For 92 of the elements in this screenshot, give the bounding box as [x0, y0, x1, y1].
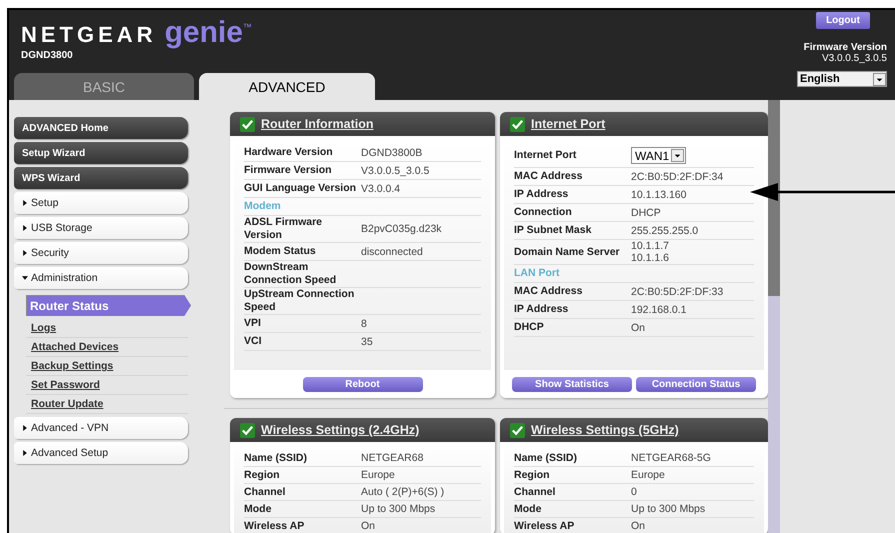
- field-label: Firmware Version: [244, 164, 333, 177]
- field-value: NETGEAR68: [361, 452, 424, 464]
- field-label: MAC Address: [514, 170, 584, 183]
- sidebar-link[interactable]: Logs: [26, 319, 188, 338]
- action-button[interactable]: Connection Status: [636, 376, 756, 392]
- section-heading: Modem: [244, 198, 481, 216]
- field-label: Domain Name Server: [514, 246, 621, 258]
- field-value: 2C:B0:5D:2F:DF:34: [631, 170, 724, 182]
- field-value: DHCP: [631, 206, 661, 218]
- field-label: DownStream Connection Speed: [244, 261, 338, 287]
- dropdown-icon: [873, 72, 886, 86]
- sidebar-link[interactable]: Attached Devices: [26, 338, 188, 357]
- triangle-icon: [22, 200, 28, 206]
- field-value: DGND3800B: [361, 146, 422, 158]
- sidebar-link[interactable]: Backup Settings: [26, 357, 188, 376]
- language-select[interactable]: English: [797, 71, 887, 87]
- field-value: On: [631, 520, 646, 532]
- field-label: Channel: [244, 486, 286, 498]
- field-value: Europe: [361, 469, 395, 481]
- sidebar-link[interactable]: Set Password: [26, 376, 188, 395]
- sidebar-link[interactable]: Router Update: [26, 395, 188, 414]
- field-label: Region: [244, 468, 281, 482]
- scrollbar-thumb[interactable]: [768, 100, 780, 296]
- field-value: 35: [361, 336, 373, 348]
- tab[interactable]: ADVANCED: [199, 73, 375, 100]
- field-label: ADSL Firmware Version: [244, 216, 323, 242]
- action-button[interactable]: Show Statistics: [512, 376, 632, 392]
- field-label: VPI: [244, 317, 262, 330]
- logout-button[interactable]: Logout: [816, 12, 870, 29]
- field-label: Wireless AP: [514, 520, 576, 532]
- triangle-icon: [22, 450, 28, 456]
- panel-title[interactable]: Internet Port: [531, 117, 606, 131]
- field-value: 2C:B0:5D:2F:DF:33: [631, 286, 724, 298]
- field-label: IP Address: [514, 303, 570, 316]
- scrollbar[interactable]: [768, 100, 780, 533]
- field-label: Channel: [514, 486, 556, 498]
- field-label: VCI: [244, 335, 263, 348]
- port-select[interactable]: WAN1: [631, 147, 686, 164]
- logo: NETGEAR genie™: [21, 16, 252, 50]
- dropdown-icon: [671, 149, 684, 162]
- sidebar-section[interactable]: USB Storage: [14, 217, 188, 239]
- triangle-icon: [22, 225, 28, 231]
- field-label: Name (SSID): [514, 452, 578, 464]
- sidebar-button[interactable]: Setup Wizard: [14, 142, 188, 164]
- field-value: 8: [361, 318, 367, 330]
- field-label: Region: [514, 468, 551, 482]
- field-value: V3.0.0.5_3.0.5: [361, 164, 430, 176]
- field-value: NETGEAR68-5G: [631, 452, 711, 464]
- field-label: Internet Port: [514, 149, 578, 162]
- field-value: 0: [631, 486, 637, 498]
- field-value: 255.255.255.0: [631, 224, 698, 236]
- sidebar-link[interactable]: Router Status: [26, 295, 191, 316]
- field-label: UpStream Connection Speed: [244, 288, 356, 314]
- triangle-icon: [22, 250, 28, 256]
- field-label: Connection: [514, 206, 573, 219]
- firmware-label: Firmware Version: [804, 42, 887, 53]
- sidebar-section[interactable]: Setup: [14, 192, 188, 214]
- field-value: 192.168.0.1: [631, 304, 686, 316]
- field-value: Auto ( 2(P)+6(S) ): [361, 486, 444, 498]
- sidebar-section[interactable]: Advanced Setup: [14, 442, 188, 464]
- field-value: Up to 300 Mbps: [361, 503, 436, 515]
- field-value: V3.0.0.4: [361, 182, 400, 194]
- field-label: Mode: [514, 502, 542, 516]
- triangle-icon: [22, 275, 28, 281]
- field-label: Wireless AP: [244, 520, 306, 532]
- field-label: Modem Status: [244, 245, 317, 258]
- firmware-version: V3.0.0.5_3.0.5: [822, 53, 887, 64]
- field-label: Mode: [244, 502, 272, 516]
- field-value: On: [631, 322, 646, 334]
- field-label: IP Address: [514, 188, 570, 201]
- sidebar-section[interactable]: Administration: [14, 267, 188, 289]
- field-label: IP Subnet Mask: [514, 224, 592, 237]
- field-label: DHCP: [514, 321, 545, 334]
- sidebar-section[interactable]: Security: [14, 242, 188, 264]
- field-value: On: [361, 520, 376, 532]
- field-value: 10.1.1.7 10.1.1.6: [631, 240, 669, 264]
- sidebar-button[interactable]: ADVANCED Home: [14, 117, 188, 139]
- sidebar-section[interactable]: Advanced - VPN: [14, 417, 188, 439]
- field-label: Name (SSID): [244, 452, 308, 464]
- field-label: Hardware Version: [244, 146, 334, 159]
- section-heading: LAN Port: [514, 265, 754, 283]
- model-name: DGND3800: [21, 50, 73, 61]
- field-label: GUI Language Version: [244, 182, 358, 195]
- field-value: Europe: [631, 469, 665, 481]
- triangle-icon: [22, 425, 28, 431]
- field-value: Up to 300 Mbps: [631, 503, 706, 515]
- field-value: disconnected: [361, 246, 423, 258]
- sidebar-button[interactable]: WPS Wizard: [14, 167, 188, 189]
- field-value: 10.1.13.160: [631, 188, 686, 200]
- action-button[interactable]: Reboot: [302, 376, 422, 392]
- field-label: MAC Address: [514, 285, 584, 298]
- field-value: B2pvC035g.d23k: [361, 223, 442, 235]
